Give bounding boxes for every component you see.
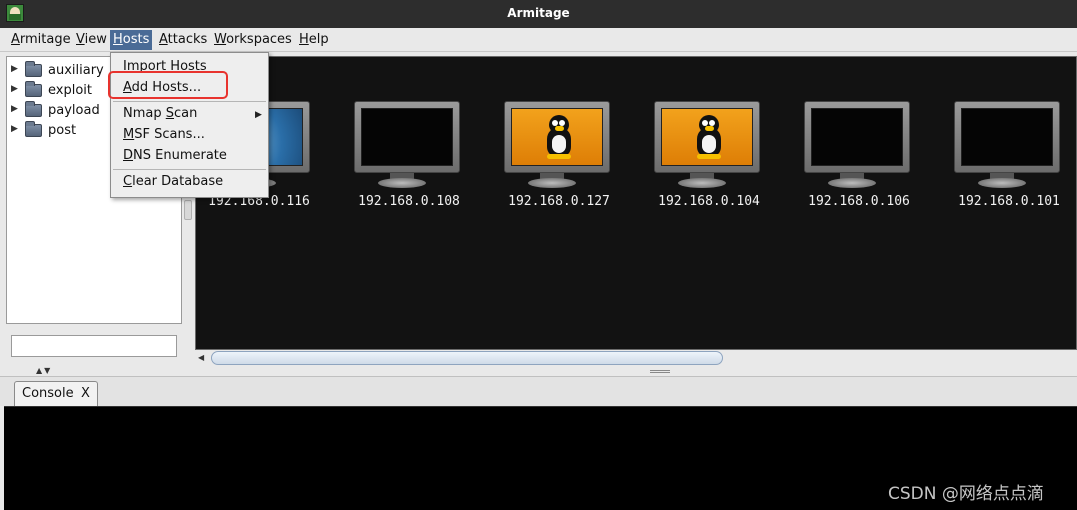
menu-workspaces[interactable]: Workspaces — [211, 30, 295, 50]
module-search-input[interactable] — [11, 335, 177, 357]
expand-arrow-icon[interactable]: ▶ — [11, 124, 18, 134]
folder-icon — [25, 61, 42, 77]
host-ip-label: 192.168.0.101 — [958, 194, 1060, 209]
folder-icon — [25, 101, 42, 117]
host-ip-label: 192.168.0.108 — [358, 194, 460, 209]
menu-hosts[interactable]: Hosts — [110, 30, 153, 50]
folder-icon — [25, 81, 42, 97]
host-ip-label: 192.168.0.106 — [808, 194, 910, 209]
expand-arrow-icon[interactable]: ▶ — [11, 104, 18, 114]
menu-separator — [113, 169, 266, 170]
host-192-168-0-108[interactable]: 192.168.0.108 — [344, 101, 464, 217]
monitor-icon — [354, 101, 460, 173]
tab-console[interactable]: Console X — [14, 381, 98, 406]
close-tab-button[interactable]: X — [81, 386, 90, 401]
add-hosts-highlight-box — [108, 71, 228, 99]
targets-view: 192.168.0.116 192.168.0.108 192.168.0.12… — [195, 56, 1077, 350]
expand-arrow-icon[interactable]: ▶ — [11, 64, 18, 74]
host-192-168-0-106[interactable]: 192.168.0.106 — [794, 101, 914, 217]
split-pane-divider[interactable] — [650, 370, 670, 373]
menu-item-dns-enumerate[interactable]: DNS Enumerate — [123, 148, 227, 163]
tux-penguin-icon — [545, 115, 573, 159]
host-ip-label: 192.168.0.104 — [658, 194, 760, 209]
tab-console-label: Console — [22, 386, 74, 401]
menu-armitage[interactable]: Armitage — [8, 30, 74, 50]
watermark-text: CSDN @网络点点滴 — [888, 484, 1044, 504]
linux-monitor-icon — [504, 101, 610, 173]
window-title: Armitage — [507, 6, 570, 20]
monitor-icon — [804, 101, 910, 173]
tree-item-label: exploit — [48, 83, 92, 98]
menu-view[interactable]: View — [73, 30, 110, 50]
host-192-168-0-104[interactable]: 192.168.0.104 — [644, 101, 764, 217]
linux-monitor-icon — [654, 101, 760, 173]
targets-hscroll-thumb[interactable] — [211, 351, 723, 365]
menu-item-msf-scans[interactable]: MSF Scans... — [123, 127, 205, 142]
scroll-left-arrow-icon[interactable]: ◀ — [198, 353, 204, 362]
menu-bar: Armitage View Hosts Attacks Workspaces H… — [0, 28, 1077, 52]
tree-item-label: auxiliary — [48, 63, 104, 78]
title-bar: Armitage — [0, 0, 1077, 28]
split-pane-arrows-icon[interactable]: ▲▼ — [36, 366, 52, 375]
menu-item-nmap-scan[interactable]: Nmap Scan — [123, 106, 197, 121]
monitor-icon — [954, 101, 1060, 173]
menu-separator — [113, 101, 266, 102]
menu-help[interactable]: Help — [296, 30, 332, 50]
host-ip-label: 192.168.0.127 — [508, 194, 610, 209]
menu-attacks[interactable]: Attacks — [156, 30, 210, 50]
tab-bar — [0, 376, 1077, 406]
menu-item-clear-database[interactable]: Clear Database — [123, 174, 223, 189]
tree-scrollbar-thumb[interactable] — [184, 200, 192, 220]
submenu-arrow-icon: ▶ — [255, 110, 262, 120]
folder-icon — [25, 121, 42, 137]
host-192-168-0-127[interactable]: 192.168.0.127 — [494, 101, 614, 217]
tree-item-label: payload — [48, 103, 100, 118]
tux-penguin-icon — [695, 115, 723, 159]
host-192-168-0-101[interactable]: 192.168.0.101 — [944, 101, 1064, 217]
expand-arrow-icon[interactable]: ▶ — [11, 84, 18, 94]
tree-item-label: post — [48, 123, 77, 138]
